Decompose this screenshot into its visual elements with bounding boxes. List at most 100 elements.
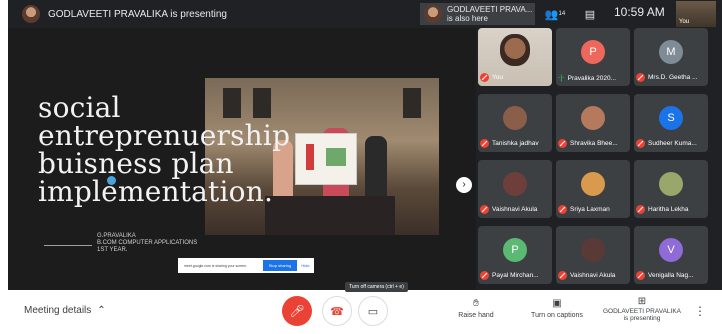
mic-off-icon <box>636 139 645 148</box>
mic-off-icon <box>480 205 489 214</box>
participant-name: Tanishka jadhav <box>480 139 539 148</box>
participant-photo <box>503 172 527 196</box>
participant-label: Sudheer Kuma... <box>648 140 697 147</box>
participant-avatar: P <box>581 40 605 64</box>
leave-call-button[interactable]: ☎ <box>322 296 352 326</box>
mic-off-icon <box>480 139 489 148</box>
participant-tile[interactable]: Sriya Laxman <box>556 160 630 218</box>
people-button[interactable]: 👥 14 <box>538 3 572 25</box>
participant-photo <box>581 172 605 196</box>
participant-tile[interactable]: Shravika Bhee... <box>556 94 630 152</box>
mic-off-icon <box>636 205 645 214</box>
participant-label: Mrs.D. Geetha ... <box>648 74 698 81</box>
laser-pointer <box>107 176 116 185</box>
participant-tile[interactable]: P ·|· Pravalika 2020... <box>556 28 630 86</box>
mic-off-icon <box>480 73 489 82</box>
chevron-right-icon[interactable]: › <box>456 177 472 193</box>
participant-label: Pravalika 2020... <box>567 75 617 82</box>
captions-button[interactable]: ▣ Turn on captions <box>526 298 588 319</box>
hang-up-icon: ☎ <box>330 305 344 318</box>
photo-person <box>365 136 387 198</box>
slide-title-line: social <box>38 91 121 124</box>
participant-tile-you[interactable]: You <box>478 28 552 86</box>
top-bar: GODLAVEETI PRAVALIKA is presenting GODLA… <box>8 0 722 28</box>
photo-poster <box>295 133 357 185</box>
also-here-avatar <box>424 5 442 23</box>
also-here-chip[interactable]: GODLAVEETI PRAVA... is also here <box>420 3 535 25</box>
participant-tile[interactable]: Tanishka jadhav <box>478 94 552 152</box>
participant-avatar: M <box>659 40 683 64</box>
participant-tile[interactable]: Vaishnavi Akula <box>478 160 552 218</box>
author-line: 1ST YEAR. <box>97 247 128 253</box>
people-icon: 👥 <box>544 8 559 21</box>
raise-hand-button[interactable]: ✋︎ Raise hand <box>456 298 496 319</box>
participant-label: Tanishka jadhav <box>492 140 539 147</box>
participant-label: Vaishnavi Akula <box>570 272 616 279</box>
presenter-chip: GODLAVEETI PRAVALIKA is presenting <box>22 5 227 23</box>
participant-photo <box>581 238 605 262</box>
self-label: You <box>679 19 690 25</box>
participant-photo <box>659 172 683 196</box>
bottom-bar: Meeting details ⌃ Turn off camera (ctrl … <box>8 282 722 334</box>
clock: 10:59 AM <box>614 5 665 19</box>
poster-graphic <box>326 148 346 166</box>
raise-hand-icon: ✋︎ <box>473 298 479 309</box>
mic-off-icon <box>480 271 489 280</box>
more-options-icon[interactable]: ⋮ <box>694 304 706 318</box>
stop-sharing-button[interactable]: Stop sharing <box>263 260 297 271</box>
speaking-icon: ·|· <box>558 75 565 82</box>
participant-name: Sudheer Kuma... <box>636 139 697 148</box>
participant-name: You <box>480 73 503 82</box>
camera-button[interactable]: ▭ <box>358 296 388 326</box>
participant-tile[interactable]: V Venigalla Nag... <box>634 226 708 284</box>
participant-photo <box>503 106 527 130</box>
participant-label: Vaishnavi Akula <box>492 206 538 213</box>
participant-tile[interactable]: M Mrs.D. Geetha ... <box>634 28 708 86</box>
hide-button[interactable]: Hide <box>299 260 312 271</box>
mic-off-icon <box>636 73 645 82</box>
meeting-details-label: Meeting details <box>24 305 92 316</box>
participant-name: ·|· Pravalika 2020... <box>558 75 616 82</box>
chat-button[interactable]: ▤ <box>578 3 602 25</box>
chat-icon: ▤ <box>584 8 596 21</box>
meeting-details-button[interactable]: Meeting details ⌃ <box>24 305 106 316</box>
participant-tile[interactable]: S Sudheer Kuma... <box>634 94 708 152</box>
participant-name: Vaishnavi Akula <box>480 205 537 214</box>
mic-off-icon <box>558 205 567 214</box>
camera-tooltip: Turn off camera (ctrl + e) <box>345 282 408 292</box>
presenting-button[interactable]: ⊞ GODLAVEETI PRAVALIKA is presenting <box>596 296 688 323</box>
presenting-name: GODLAVEETI PRAVALIKA <box>602 308 682 315</box>
share-text: meet.google.com is sharing your screen. <box>184 263 248 268</box>
slide-author: G.PRAVALIKA B.COM COMPUTER APPLICATIONS … <box>97 233 197 254</box>
self-preview[interactable]: You <box>676 1 716 27</box>
participant-label: Payal Mirchan... <box>492 272 539 279</box>
participant-name: Vaishnavi Akula <box>558 271 615 280</box>
participant-name: Haritha Lekha <box>636 205 688 214</box>
also-here-name: GODLAVEETI PRAVA... <box>447 5 533 14</box>
participant-tile[interactable]: P Payal Mirchan... <box>478 226 552 284</box>
participant-label: Haritha Lekha <box>648 206 689 213</box>
camera-icon: ▭ <box>367 305 379 318</box>
participant-tile[interactable]: Vaishnavi Akula <box>556 226 630 284</box>
participant-name: Venigalla Nag... <box>636 271 694 280</box>
participant-name: Payal Mirchan... <box>480 271 539 280</box>
slide-title: social entreprenuership buisness plan im… <box>38 94 290 206</box>
participant-video <box>500 34 530 66</box>
captions-label: Turn on captions <box>531 312 583 319</box>
meet-window: GODLAVEETI PRAVALIKA is presenting GODLA… <box>8 0 722 334</box>
participant-label: Shravika Bhee... <box>570 140 618 147</box>
photo-window <box>403 88 421 118</box>
participant-photo <box>581 106 605 130</box>
participant-name: Shravika Bhee... <box>558 139 618 148</box>
participant-name: Mrs.D. Geetha ... <box>636 73 698 82</box>
slide-title-line: implementation. <box>38 175 274 208</box>
mic-off-icon <box>558 271 567 280</box>
participant-label: Venigalla Nag... <box>648 272 694 279</box>
participant-tile[interactable]: Haritha Lekha <box>634 160 708 218</box>
microphone-button[interactable]: 🎤︎ <box>282 296 312 326</box>
participant-label: You <box>492 74 503 81</box>
present-icon: ⊞ <box>637 296 647 307</box>
participant-avatar: S <box>659 106 683 130</box>
mic-off-icon <box>636 271 645 280</box>
also-here-status: is also here <box>447 14 488 23</box>
